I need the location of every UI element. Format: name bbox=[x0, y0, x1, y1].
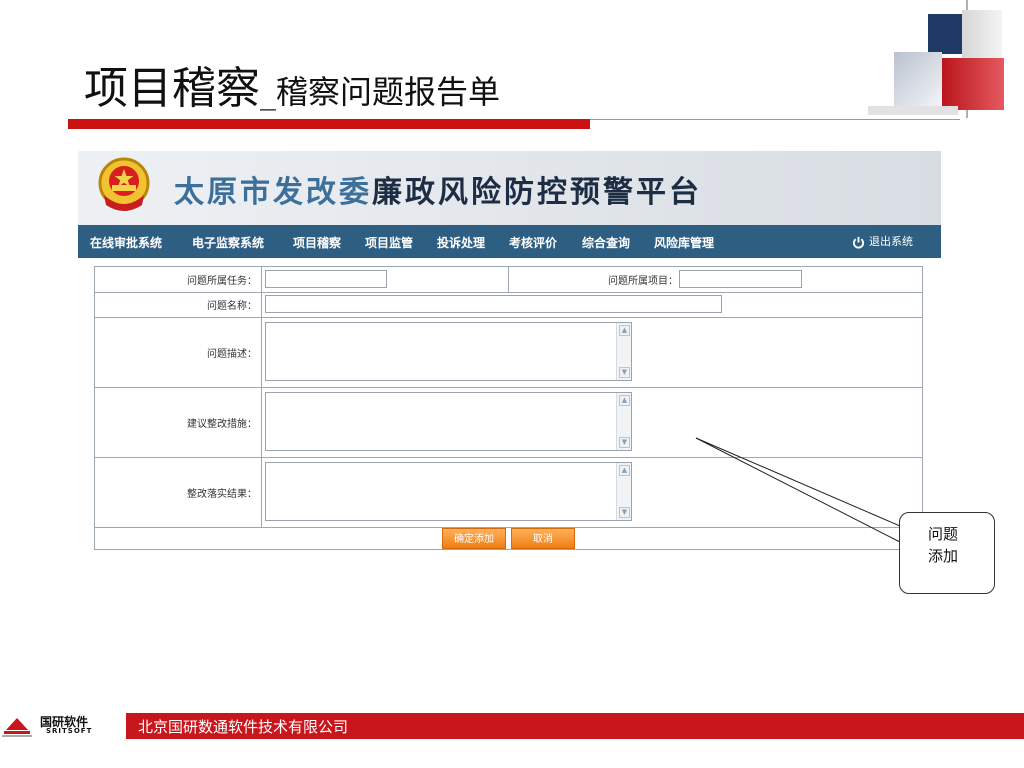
power-icon bbox=[852, 236, 865, 248]
nav-item-e-supervision[interactable]: 电子监察系统 bbox=[192, 234, 264, 251]
slide-title-separator: _ bbox=[260, 73, 276, 111]
nav-item-project-monitoring[interactable]: 项目监管 bbox=[365, 234, 413, 251]
result-textarea[interactable]: ▲ ▼ bbox=[265, 462, 632, 521]
decor-square-navy bbox=[928, 14, 962, 54]
description-label: 问题描述： bbox=[207, 349, 257, 360]
logout-label: 退出系统 bbox=[869, 235, 913, 248]
slide-title-main: 项目稽察 bbox=[84, 63, 260, 114]
name-label: 问题名称： bbox=[207, 301, 257, 312]
form-row-suggestion: 建议整改措施： ▲ ▼ bbox=[95, 387, 922, 458]
app-banner-title-part2: 廉政风险防控预警平台 bbox=[372, 175, 702, 210]
decor-square-red bbox=[940, 58, 1004, 110]
scroll-up-icon[interactable]: ▲ bbox=[619, 325, 630, 336]
form-row-description: 问题描述： ▲ ▼ bbox=[95, 317, 922, 388]
scroll-down-icon[interactable]: ▼ bbox=[619, 437, 630, 448]
nav-item-assessment[interactable]: 考核评价 bbox=[509, 234, 557, 251]
task-input[interactable] bbox=[265, 270, 387, 288]
nav-item-query[interactable]: 综合查询 bbox=[582, 234, 630, 251]
callout-text: 问题 添加 bbox=[928, 523, 988, 567]
project-label: 问题所属项目： bbox=[608, 276, 678, 287]
decor-square-gray bbox=[894, 52, 942, 106]
decor-bar bbox=[868, 106, 958, 115]
logo-text-en: SRITSOFT bbox=[46, 727, 93, 735]
suggestion-scrollbar[interactable]: ▲ ▼ bbox=[616, 393, 631, 450]
confirm-add-button[interactable]: 确定添加 bbox=[442, 528, 506, 549]
task-label: 问题所属任务： bbox=[187, 276, 257, 287]
issue-report-form: 问题所属任务： 问题所属项目： 问题名称： 问题描述： ▲ ▼ 建议整改措施： … bbox=[94, 266, 923, 550]
app-nav-bar: 在线审批系统 电子监察系统 项目稽察 项目监管 投诉处理 考核评价 综合查询 风… bbox=[78, 225, 941, 258]
callout-line2: 添加 bbox=[928, 547, 959, 565]
national-emblem-icon bbox=[96, 155, 152, 215]
slide-title-subtitle: 稽察问题报告单 bbox=[276, 73, 501, 111]
scroll-up-icon[interactable]: ▲ bbox=[619, 465, 630, 476]
logout-button[interactable]: 退出系统 bbox=[852, 233, 913, 249]
name-input[interactable] bbox=[265, 295, 722, 313]
form-row-name: 问题名称： bbox=[95, 292, 922, 318]
app-banner: 太原市发改委廉政风险防控预警平台 bbox=[78, 151, 941, 225]
app-screenshot: 太原市发改委廉政风险防控预警平台 在线审批系统 电子监察系统 项目稽察 项目监管… bbox=[78, 151, 941, 555]
description-scrollbar[interactable]: ▲ ▼ bbox=[616, 323, 631, 380]
nav-item-risk-library[interactable]: 风险库管理 bbox=[654, 234, 714, 251]
result-label: 整改落实结果： bbox=[187, 489, 257, 500]
scroll-up-icon[interactable]: ▲ bbox=[619, 395, 630, 406]
scroll-down-icon[interactable]: ▼ bbox=[619, 367, 630, 378]
cancel-button[interactable]: 取消 bbox=[511, 528, 575, 549]
description-textarea[interactable]: ▲ ▼ bbox=[265, 322, 632, 381]
app-banner-title-part1: 太原市发改委 bbox=[174, 175, 372, 210]
suggestion-label: 建议整改措施： bbox=[187, 419, 257, 430]
slide-title: 项目稽察_稽察问题报告单 bbox=[84, 52, 500, 116]
project-input[interactable] bbox=[679, 270, 802, 288]
scroll-down-icon[interactable]: ▼ bbox=[619, 507, 630, 518]
nav-item-online-approval[interactable]: 在线审批系统 bbox=[90, 234, 162, 251]
suggestion-textarea[interactable]: ▲ ▼ bbox=[265, 392, 632, 451]
title-rule-red bbox=[68, 119, 590, 129]
title-rule-gray bbox=[590, 119, 960, 120]
nav-item-project-inspection[interactable]: 项目稽察 bbox=[293, 234, 341, 251]
company-logo: 国研软件 SRITSOFT bbox=[0, 713, 126, 739]
callout-box: 问题 添加 bbox=[899, 512, 995, 594]
nav-item-complaints[interactable]: 投诉处理 bbox=[437, 234, 485, 251]
result-scrollbar[interactable]: ▲ ▼ bbox=[616, 463, 631, 520]
decor-square-gray-top bbox=[962, 10, 1002, 60]
app-banner-title: 太原市发改委廉政风险防控预警平台 bbox=[174, 167, 702, 211]
footer-company-name: 北京国研数通软件技术有限公司 bbox=[138, 718, 349, 736]
form-row-result: 整改落实结果： ▲ ▼ bbox=[95, 457, 922, 528]
form-row-task-project: 问题所属任务： 问题所属项目： bbox=[95, 267, 922, 293]
callout-line1: 问题 bbox=[928, 525, 959, 543]
